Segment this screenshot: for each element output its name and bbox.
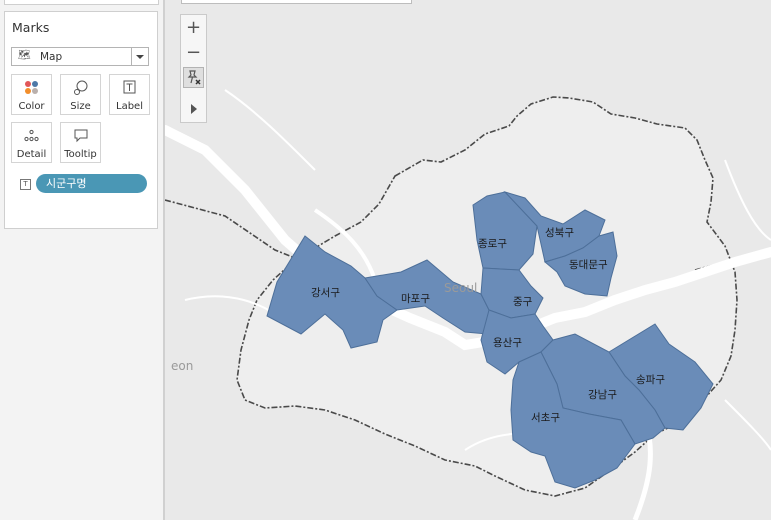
mark-type-value: Map xyxy=(40,51,63,63)
size-circles-icon xyxy=(74,80,88,95)
district-label: 성북구 xyxy=(545,227,574,239)
place-label-partial: eon xyxy=(171,359,194,373)
district-label: 종로구 xyxy=(478,238,507,250)
color-button-label: Color xyxy=(18,101,45,112)
expand-arrow-icon[interactable] xyxy=(183,99,204,120)
map-canvas xyxy=(165,0,771,520)
district-label: 용산구 xyxy=(493,337,522,349)
marks-card: Marks 🗺 Map Color Size Label Detail Tool… xyxy=(4,11,158,229)
detail-button-label: Detail xyxy=(16,149,47,160)
marks-card-title: Marks xyxy=(12,20,50,35)
color-button[interactable]: Color xyxy=(11,74,52,115)
district-label: 중구 xyxy=(513,296,533,308)
map-icon: 🗺 xyxy=(18,50,31,61)
color-dots-icon xyxy=(25,81,38,94)
label-text-icon xyxy=(123,80,136,94)
size-button-label: Size xyxy=(70,101,91,112)
size-button[interactable]: Size xyxy=(60,74,101,115)
district-label: 서초구 xyxy=(531,412,560,424)
district-label: 동대문구 xyxy=(569,259,608,271)
tooltip-bubble-icon xyxy=(74,129,88,143)
detail-dots-icon xyxy=(24,129,39,142)
district-label: 강서구 xyxy=(311,287,340,299)
shelf-card-bottom-edge xyxy=(4,0,159,5)
pin-map-icon xyxy=(187,70,201,85)
label-button[interactable]: Label xyxy=(109,74,150,115)
mark-type-dropdown[interactable]: 🗺 Map xyxy=(11,47,149,66)
district-label: 강남구 xyxy=(588,389,617,401)
left-panel: Marks 🗺 Map Color Size Label Detail Tool… xyxy=(0,0,163,520)
dropdown-arrow-icon[interactable] xyxy=(131,48,148,65)
pin-map-button[interactable] xyxy=(183,67,204,88)
label-type-icon: T xyxy=(20,179,31,190)
place-label-seoul: Seoul xyxy=(444,281,478,295)
district-label: 송파구 xyxy=(636,374,665,386)
map-view[interactable]: Seoul eon 종로구 성북구 동대문구 강서구 마포구 중구 용산구 송파… xyxy=(165,0,771,520)
zoom-out-button[interactable]: − xyxy=(183,42,204,63)
field-pill[interactable]: 시군구명 xyxy=(36,174,147,193)
tooltip-button-label: Tooltip xyxy=(64,149,97,160)
label-button-label: Label xyxy=(116,101,143,112)
district-label: 마포구 xyxy=(401,293,430,305)
map-zoom-toolbar: + − xyxy=(180,14,207,123)
tooltip-button[interactable]: Tooltip xyxy=(60,122,101,163)
map-search-input[interactable] xyxy=(181,0,412,4)
zoom-in-button[interactable]: + xyxy=(183,17,204,38)
detail-button[interactable]: Detail xyxy=(11,122,52,163)
